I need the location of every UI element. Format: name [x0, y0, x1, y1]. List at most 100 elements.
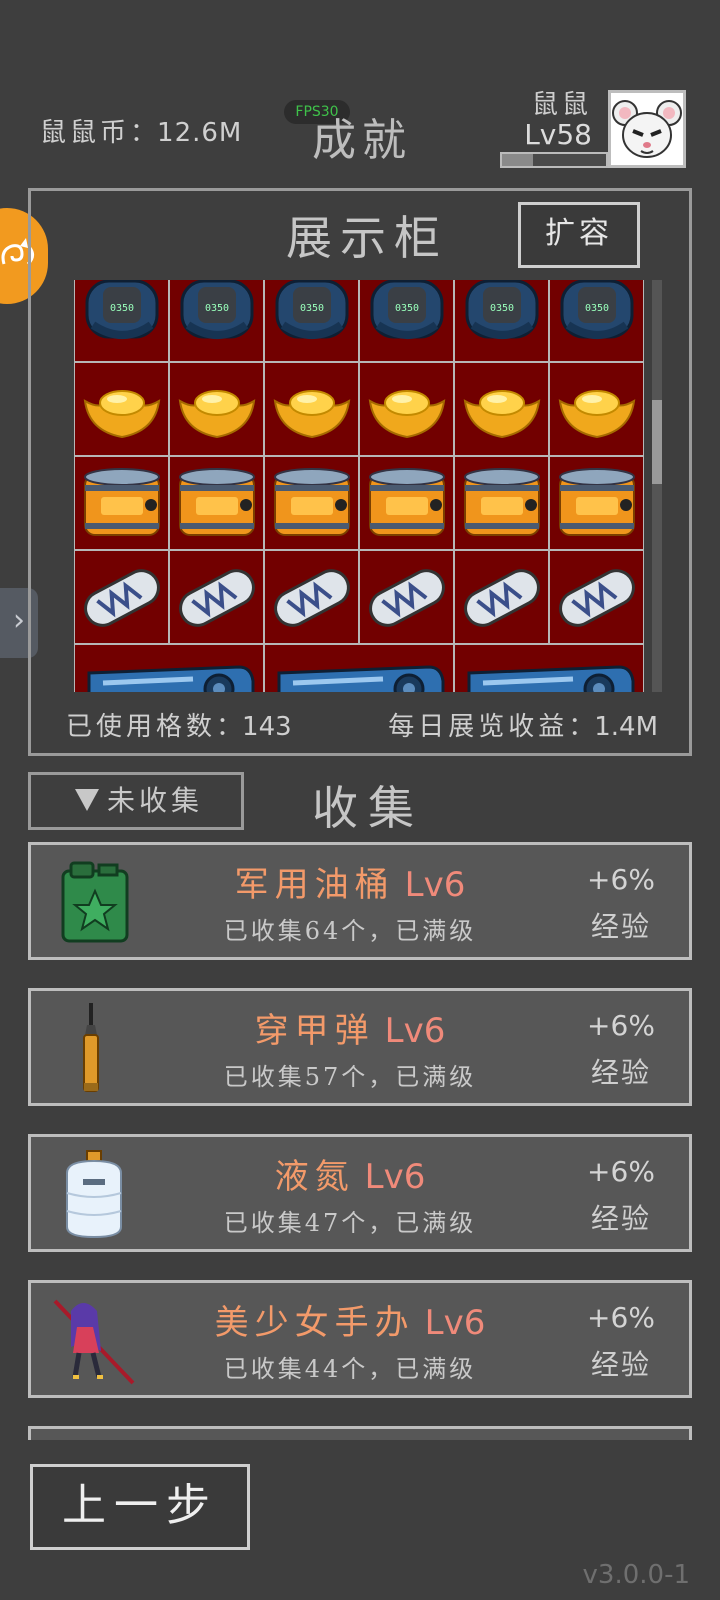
- gold-ingot-icon: [83, 390, 161, 439]
- filter-label: 未收集: [107, 784, 204, 817]
- display-grid-content: 0350 0350 0350 0350 0350 0350: [74, 280, 644, 692]
- collection-card-partial[interactable]: [28, 1426, 692, 1440]
- grid-row-capsule: [74, 550, 644, 644]
- graphics-card-icon: [87, 665, 255, 692]
- collection-card[interactable]: 美少女手办 Lv6 已收集44个，已满级 +6% 经验: [28, 1280, 692, 1398]
- grid-cell-capsule[interactable]: [549, 550, 644, 644]
- grid-cell-canister[interactable]: [359, 456, 454, 550]
- svg-text:0350: 0350: [395, 303, 419, 314]
- grid-cell-gold-ingot[interactable]: [454, 362, 549, 456]
- grid-cell-capsule[interactable]: [169, 550, 264, 644]
- collection-title: 收集: [312, 781, 424, 835]
- card-name: 军用油桶 Lv6: [171, 857, 529, 906]
- grid-cell-watch[interactable]: 0350: [454, 280, 549, 362]
- capsule-icon: [464, 569, 540, 627]
- daily-income-label: 每日展览收益: [388, 712, 569, 742]
- grid-cell-capsule[interactable]: [264, 550, 359, 644]
- page-title: 成就: [312, 115, 412, 166]
- display-grid-scroll-thumb[interactable]: [652, 400, 662, 484]
- grid-cell-gold-ingot[interactable]: [549, 362, 644, 456]
- grid-row-canister: [74, 456, 644, 550]
- card-title: 美少女手办: [214, 1303, 415, 1343]
- gold-ingot-icon: [273, 390, 351, 439]
- card-name: 穿甲弹 Lv6: [171, 1003, 529, 1052]
- card-bonus-type: 经验: [590, 1202, 651, 1235]
- chevron-right-icon: ›: [13, 603, 25, 638]
- card-bonus: +6%: [587, 1301, 655, 1334]
- grid-cell-watch[interactable]: 0350: [264, 280, 359, 362]
- grid-cell-graphics-card[interactable]: [264, 644, 454, 692]
- grid-cell-capsule[interactable]: [74, 550, 169, 644]
- back-button[interactable]: 上一步: [30, 1464, 250, 1550]
- graphics-card-icon: [467, 665, 635, 692]
- gold-ingot-icon: [463, 390, 541, 439]
- grid-cell-canister[interactable]: [264, 456, 359, 550]
- svg-text:0350: 0350: [205, 303, 229, 314]
- xp-progress-fill: [502, 154, 534, 166]
- grid-cell-graphics-card[interactable]: [74, 644, 264, 692]
- grid-cell-gold-ingot[interactable]: [74, 362, 169, 456]
- card-bonus: +6%: [587, 863, 655, 896]
- liquid-nitrogen-tank-icon: [66, 1150, 122, 1239]
- grid-cell-watch[interactable]: 0350: [74, 280, 169, 362]
- player-level: Lv58: [524, 118, 592, 151]
- grid-cell-gold-ingot[interactable]: [264, 362, 359, 456]
- card-status: 已收集47个，已满级: [223, 1209, 477, 1237]
- used-slots-stat: 已使用格数：143: [66, 706, 292, 743]
- uncollected-filter-button[interactable]: 未收集: [28, 772, 244, 830]
- watch-icon: 0350: [85, 280, 159, 339]
- coins-display: 鼠鼠币：12.6M: [40, 112, 242, 149]
- armor-piercing-round-icon: [83, 1003, 99, 1092]
- grid-cell-watch[interactable]: 0350: [359, 280, 454, 362]
- grid-cell-graphics-card[interactable]: [454, 644, 644, 692]
- coins-separator: ：: [130, 118, 158, 148]
- grid-cell-capsule[interactable]: [359, 550, 454, 644]
- daily-income-separator: ：: [568, 712, 595, 742]
- collection-card[interactable]: 液氮 Lv6 已收集47个，已满级 +6% 经验: [28, 1134, 692, 1252]
- used-slots-separator: ：: [216, 712, 243, 742]
- capsule-icon: [369, 569, 445, 627]
- grid-cell-canister[interactable]: [169, 456, 264, 550]
- player-name: 鼠鼠: [531, 90, 592, 120]
- grid-cell-capsule[interactable]: [454, 550, 549, 644]
- expand-capacity-button[interactable]: 扩容: [518, 202, 640, 268]
- collection-card[interactable]: 穿甲弹 Lv6 已收集57个，已满级 +6% 经验: [28, 988, 692, 1106]
- grid-cell-watch[interactable]: 0350: [169, 280, 264, 362]
- grid-cell-gold-ingot[interactable]: [169, 362, 264, 456]
- canister-icon: [559, 468, 635, 536]
- grid-cell-canister[interactable]: [454, 456, 549, 550]
- watch-icon: 0350: [275, 280, 349, 339]
- daily-income-value: 1.4M: [594, 712, 658, 742]
- collection-card[interactable]: 军用油桶 Lv6 已收集64个，已满级 +6% 经验: [28, 842, 692, 960]
- gold-ingot-icon: [558, 390, 636, 439]
- display-grid-scrollbar[interactable]: [652, 280, 662, 692]
- grid-row-gold-ingot: [74, 362, 644, 456]
- graphics-card-icon: [277, 665, 445, 692]
- version-label: v3.0.0-1: [582, 1560, 690, 1590]
- grid-row-watch: 0350 0350 0350 0350 0350 0350: [74, 280, 644, 362]
- watch-icon: 0350: [560, 280, 634, 339]
- watch-icon: 0350: [180, 280, 254, 339]
- used-slots-value: 143: [242, 712, 292, 742]
- watch-icon: 0350: [370, 280, 444, 339]
- anime-figure-icon: [53, 1299, 135, 1385]
- card-title: 液氮: [274, 1157, 355, 1197]
- gold-ingot-icon: [178, 390, 256, 439]
- card-level: Lv6: [384, 1011, 446, 1051]
- grid-cell-watch[interactable]: 0350: [549, 280, 644, 362]
- grid-cell-canister[interactable]: [549, 456, 644, 550]
- capsule-icon: [84, 569, 160, 627]
- card-bonus: +6%: [587, 1155, 655, 1188]
- grid-cell-gold-ingot[interactable]: [359, 362, 454, 456]
- card-name: 液氮 Lv6: [171, 1149, 529, 1198]
- grid-cell-canister[interactable]: [74, 456, 169, 550]
- canister-icon: [369, 468, 445, 536]
- svg-text:0350: 0350: [490, 303, 514, 314]
- canister-icon: [274, 468, 350, 536]
- svg-text:0350: 0350: [110, 303, 134, 314]
- used-slots-label: 已使用格数: [66, 712, 217, 742]
- avatar[interactable]: [608, 90, 686, 168]
- display-grid[interactable]: 0350 0350 0350 0350 0350 0350: [74, 280, 644, 692]
- coins-label: 鼠鼠币: [40, 118, 131, 148]
- card-status: 已收集44个，已满级: [223, 1355, 477, 1383]
